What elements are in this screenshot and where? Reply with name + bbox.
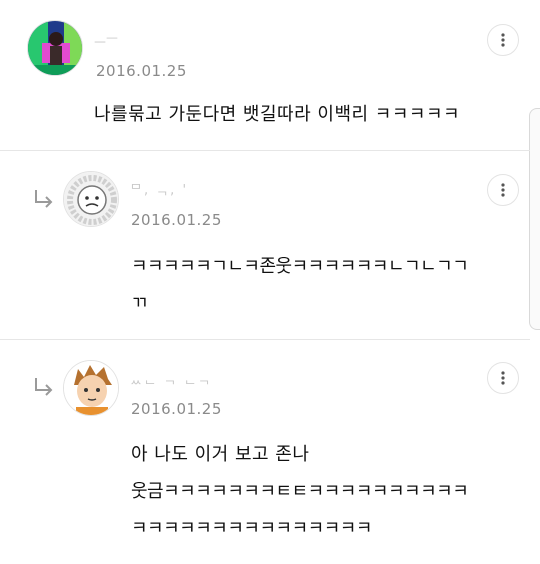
reply-item: ᆻᆫ ᆨ ᆫᆨ 2016.01.25 아 나도 이거 보고 존나 웃금ㅋㅋㅋㅋㅋ…	[0, 340, 540, 564]
more-options-button[interactable]	[487, 174, 519, 206]
reply-arrow-icon	[35, 378, 53, 396]
comment-date: 2016.01.25	[131, 211, 222, 229]
comment-text: ㄲ	[131, 293, 149, 314]
reply-item: ᄆ, ᆨ, ' 2016.01.25 ㅋㅋㅋㅋㅋㄱㄴㅋ존웃ㅋㅋㅋㅋㅋㅋㄴㄱㄴㄱㄱ…	[0, 151, 540, 339]
more-options-button[interactable]	[487, 24, 519, 56]
avatar[interactable]	[63, 360, 119, 416]
comment-text: ㅋㅋㅋㅋㅋㅋㅋㅋㅋㅋㅋㅋㅋㅋㅋ	[131, 518, 372, 539]
comment-text: ㅋㅋㅋㅋㅋㄱㄴㅋ존웃ㅋㅋㅋㅋㅋㅋㄴㄱㄴㄱㄱ	[131, 256, 469, 277]
comment-text: 나를묶고 가둔다면 뱃길따라 이백리 ㅋㅋㅋㅋㅋ	[94, 104, 461, 125]
more-vertical-icon	[501, 371, 505, 385]
username[interactable]: ᆻᆫ ᆨ ᆫᆨ	[130, 368, 212, 387]
comment-date: 2016.01.25	[131, 400, 222, 418]
more-vertical-icon	[501, 33, 505, 47]
avatar[interactable]	[27, 20, 83, 76]
username[interactable]: ᄆ, ᆨ, '	[130, 179, 188, 198]
comment-date: 2016.01.25	[96, 62, 187, 80]
more-vertical-icon	[501, 183, 505, 197]
comment-item: ᅟᅳᅳ 2016.01.25 나를묶고 가둔다면 뱃길따라 이백리 ㅋㅋㅋㅋㅋ	[0, 0, 540, 150]
avatar[interactable]	[63, 171, 119, 227]
comment-text: 웃금ㅋㅋㅋㅋㅋㅋㅋㅌㅌㅋㅋㅋㅋㅋㅋㅋㅋㅋㅋ	[131, 481, 469, 502]
more-options-button[interactable]	[487, 362, 519, 394]
username[interactable]: ᅟᅳᅳ	[94, 28, 120, 47]
comment-text: 아 나도 이거 보고 존나	[131, 444, 310, 465]
reply-arrow-icon	[35, 190, 53, 208]
